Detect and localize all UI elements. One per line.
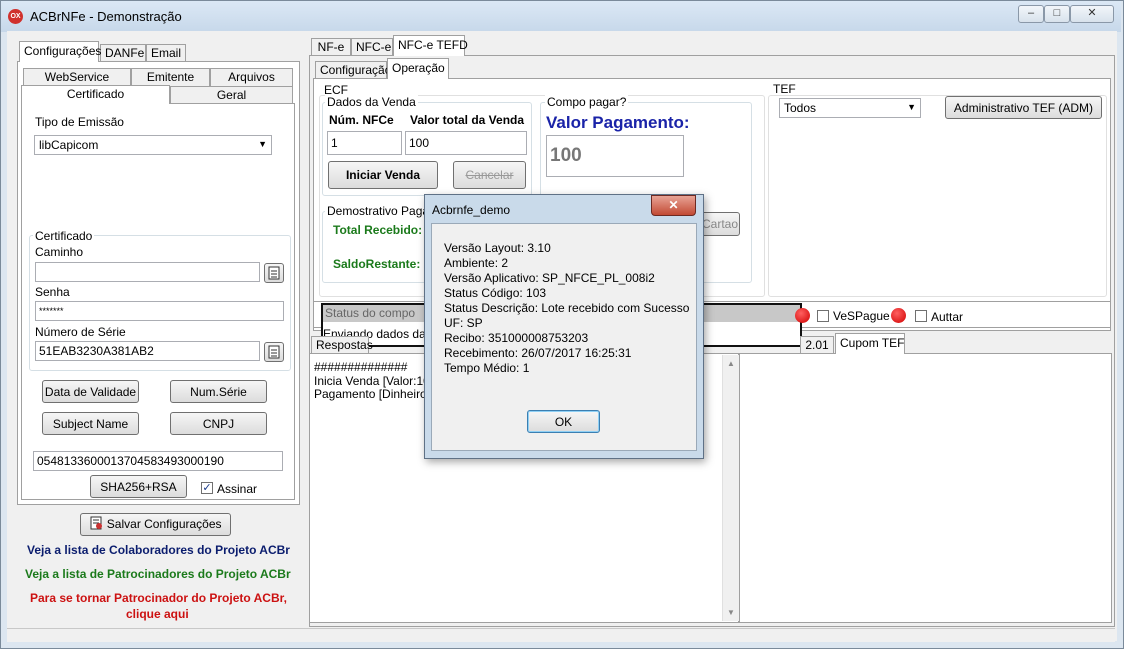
tab-emitente[interactable]: Emitente bbox=[131, 68, 210, 86]
num-nfce-label: Núm. NFCe bbox=[329, 113, 394, 127]
auttar-led-icon bbox=[891, 308, 906, 323]
document-icon bbox=[268, 266, 280, 280]
sha256-rsa-button[interactable]: SHA256+RSA bbox=[90, 475, 187, 498]
dialog-line: Tempo Médio: 1 bbox=[444, 361, 530, 375]
valor-total-input[interactable] bbox=[405, 131, 527, 155]
tab-configuracoes[interactable]: Configurações bbox=[19, 41, 101, 62]
status-bar bbox=[7, 628, 1115, 642]
link-patrocinadores[interactable]: Veja a lista de Patrocinadores do Projet… bbox=[25, 567, 291, 581]
caminho-label: Caminho bbox=[35, 245, 84, 259]
cnpj-button[interactable]: CNPJ bbox=[170, 412, 267, 435]
iniciar-venda-button[interactable]: Iniciar Venda bbox=[328, 161, 438, 189]
dialog-title: Acbrnfe_demo bbox=[432, 203, 511, 217]
senha-input[interactable] bbox=[35, 301, 284, 321]
assinar-checkbox[interactable]: ✓ bbox=[201, 482, 213, 494]
document-icon bbox=[268, 345, 280, 359]
link-colaboradores[interactable]: Veja a lista de Colaboradores do Projeto… bbox=[27, 543, 290, 557]
scroll-down-icon[interactable]: ▼ bbox=[727, 608, 735, 617]
scroll-up-icon[interactable]: ▲ bbox=[727, 359, 735, 368]
valor-pagamento-input[interactable] bbox=[546, 135, 684, 177]
num-nfce-input[interactable] bbox=[327, 131, 402, 155]
total-recebido-label: Total Recebido: bbox=[333, 223, 423, 237]
senha-label: Senha bbox=[35, 285, 70, 299]
tef-title: TEF bbox=[773, 82, 796, 96]
administrativo-tef-button[interactable]: Administrativo TEF (ADM) bbox=[945, 96, 1102, 119]
tab-hidden[interactable]: 2.01 bbox=[800, 336, 834, 354]
log-scrollbar[interactable]: ▲ ▼ bbox=[722, 355, 739, 621]
dialog-line: Recebimento: 26/07/2017 16:25:31 bbox=[444, 346, 632, 360]
auttar-checkbox[interactable] bbox=[915, 310, 927, 322]
certificado-group-title: Certificado bbox=[33, 229, 95, 243]
numserie-label: Número de Série bbox=[35, 325, 126, 339]
link-clique-aqui[interactable]: clique aqui bbox=[126, 607, 189, 621]
tab-email[interactable]: Email bbox=[146, 44, 186, 62]
data-validade-button[interactable]: Data de Validade bbox=[42, 380, 139, 403]
salvar-configuracoes-button[interactable]: Salvar Configurações bbox=[80, 513, 231, 536]
dialog-body: Versão Layout: 3.10 Ambiente: 2 Versão A… bbox=[431, 223, 697, 451]
cupom-panel bbox=[739, 353, 1112, 623]
minimize-button[interactable]: – bbox=[1018, 5, 1044, 23]
caminho-input[interactable] bbox=[35, 262, 260, 282]
maximize-button[interactable]: □ bbox=[1044, 5, 1070, 23]
tab-nfce[interactable]: NFC-e bbox=[351, 38, 393, 56]
save-config-icon bbox=[90, 516, 103, 530]
dialog-line: Status Descrição: Lote recebido com Suce… bbox=[444, 301, 690, 315]
salvar-configuracoes-label: Salvar Configurações bbox=[106, 517, 222, 531]
numserie-input[interactable] bbox=[35, 341, 260, 361]
tab-nfce-tefd[interactable]: NFC-e TEFD bbox=[393, 35, 468, 56]
tab-nfe[interactable]: NF-e bbox=[311, 38, 351, 56]
saldo-restante-label: SaldoRestante: bbox=[333, 257, 421, 271]
dialog-line: Ambiente: 2 bbox=[444, 256, 509, 270]
status-component-label: Status do compo bbox=[325, 306, 416, 320]
browse-caminho-button[interactable] bbox=[264, 263, 284, 283]
status-led-icon bbox=[795, 308, 810, 323]
tef-group bbox=[768, 95, 1107, 297]
dialog-line: Versão Aplicativo: SP_NFCE_PL_008i2 bbox=[444, 271, 655, 285]
tef-select-value: Todos bbox=[784, 101, 817, 115]
app-logo-icon: OX bbox=[8, 9, 23, 24]
auttar-label: Auttar bbox=[931, 310, 964, 324]
cancelar-button[interactable]: Cancelar bbox=[453, 161, 526, 189]
chevron-down-icon: ▼ bbox=[258, 139, 267, 149]
tab-webservice[interactable]: WebService bbox=[23, 68, 131, 86]
tab-certificado[interactable]: Certificado bbox=[21, 85, 170, 104]
close-button[interactable]: ✕ bbox=[1070, 5, 1114, 23]
tef-select[interactable]: Todos ▼ bbox=[779, 98, 921, 118]
tab-operacao[interactable]: Operação bbox=[387, 58, 449, 79]
dialog-line: Status Código: 103 bbox=[444, 286, 547, 300]
log-line: Pagamento [Dinheiro:1 bbox=[314, 387, 437, 401]
vespague-checkbox[interactable] bbox=[817, 310, 829, 322]
log-line: ############## bbox=[314, 360, 408, 374]
tipo-emissao-value: libCapicom bbox=[39, 138, 99, 152]
tab-cupom-tef[interactable]: Cupom TEF bbox=[835, 333, 905, 354]
tipo-emissao-select[interactable]: libCapicom ▼ bbox=[34, 135, 272, 155]
tab-configuracao[interactable]: Configuração bbox=[315, 61, 391, 79]
tab-danfe[interactable]: DANFe bbox=[100, 44, 146, 62]
message-dialog: Acbrnfe_demo ✕ Versão Layout: 3.10 Ambie… bbox=[424, 194, 704, 459]
subject-name-button[interactable]: Subject Name bbox=[42, 412, 139, 435]
tab-arquivos[interactable]: Arquivos bbox=[210, 68, 293, 86]
dialog-line: UF: SP bbox=[444, 316, 483, 330]
cartao-button[interactable]: Cartao bbox=[700, 212, 740, 236]
chevron-down-icon: ▼ bbox=[907, 102, 916, 112]
log-line: Inicia Venda [Valor:100 bbox=[314, 374, 437, 388]
compo-pagar-title: Compo pagar? bbox=[545, 95, 629, 109]
tipo-emissao-label: Tipo de Emissão bbox=[35, 115, 124, 129]
browse-numserie-button[interactable] bbox=[264, 342, 284, 362]
dialog-line: Recibo: 351000008753203 bbox=[444, 331, 589, 345]
tab-geral[interactable]: Geral bbox=[170, 86, 293, 104]
link-tornar-patrocinador[interactable]: Para se tornar Patrocinador do Projeto A… bbox=[30, 591, 287, 605]
hash-input[interactable] bbox=[33, 451, 283, 471]
assinar-label: Assinar bbox=[217, 482, 258, 496]
dialog-close-button[interactable]: ✕ bbox=[651, 195, 696, 216]
ok-button[interactable]: OK bbox=[527, 410, 600, 433]
window-title: ACBrNFe - Demonstração bbox=[30, 9, 182, 24]
dados-venda-title: Dados da Venda bbox=[325, 95, 418, 109]
dialog-line: Versão Layout: 3.10 bbox=[444, 241, 551, 255]
tab-respostas[interactable]: Respostas bbox=[311, 336, 373, 354]
valor-pagamento-label: Valor Pagamento: bbox=[546, 113, 690, 132]
valor-total-label: Valor total da Venda bbox=[410, 113, 525, 127]
num-serie-button[interactable]: Num.Série bbox=[170, 380, 267, 403]
vespague-label: VeSPague bbox=[833, 309, 890, 323]
